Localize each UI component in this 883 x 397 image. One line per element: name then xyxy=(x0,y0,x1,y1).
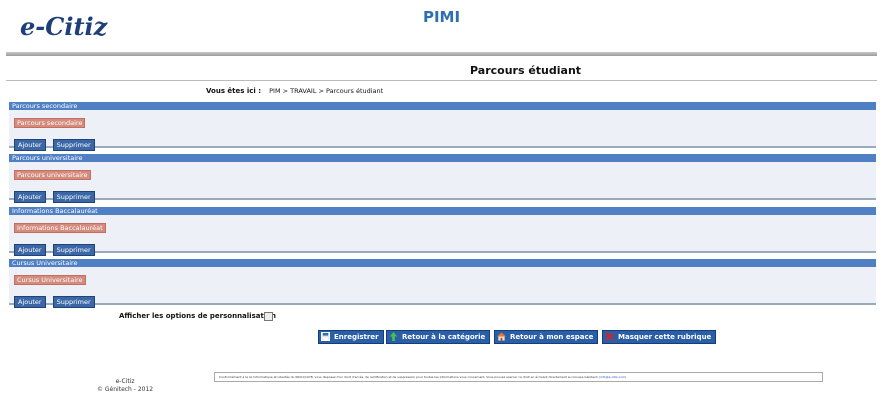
legal-email-link[interactable]: (info@e-citiz.com) xyxy=(599,375,626,379)
app-name: PIMI xyxy=(422,8,461,26)
section-item[interactable]: Cursus Universitaire xyxy=(14,275,86,285)
up-arrow-icon xyxy=(389,332,398,341)
page-title: Parcours étudiant xyxy=(470,64,582,77)
legal-notice: Conformément à la loi Informatique et Li… xyxy=(214,372,823,382)
add-button[interactable]: Ajouter xyxy=(14,139,46,151)
section-item[interactable]: Parcours universitaire xyxy=(14,170,91,180)
add-button[interactable]: Ajouter xyxy=(14,296,46,308)
title-divider xyxy=(6,80,877,81)
delete-button[interactable]: Supprimer xyxy=(52,296,95,308)
section-cursus-universitaire: Cursus Universitaire Cursus Universitair… xyxy=(9,259,876,308)
delete-button[interactable]: Supprimer xyxy=(52,244,95,256)
back-to-category-label: Retour à la catégorie xyxy=(402,333,486,341)
section-item[interactable]: Parcours secondaire xyxy=(14,118,86,128)
breadcrumb-path: PIM > TRAVAIL > Parcours étudiant xyxy=(269,87,384,95)
close-icon xyxy=(605,332,614,341)
section-header: Parcours universitaire xyxy=(9,154,876,162)
breadcrumb: Vous êtes ici : PIM > TRAVAIL > Parcours… xyxy=(206,87,383,95)
personalisation-label: Afficher les options de personnalisation xyxy=(119,312,277,320)
section-header: Parcours secondaire xyxy=(9,102,876,110)
legal-text: Conformément à la loi Informatique et Li… xyxy=(219,375,598,379)
delete-button[interactable]: Supprimer xyxy=(52,191,95,203)
add-button[interactable]: Ajouter xyxy=(14,191,46,203)
breadcrumb-label: Vous êtes ici : xyxy=(206,87,262,95)
footer-brand: e-Citiz © Génitech - 2012 xyxy=(97,378,153,394)
footer-copyright: © Génitech - 2012 xyxy=(97,386,154,393)
hide-section-button[interactable]: Masquer cette rubrique xyxy=(602,330,717,344)
home-icon xyxy=(497,332,506,341)
back-to-space-button[interactable]: Retour à mon espace xyxy=(494,330,599,344)
add-button[interactable]: Ajouter xyxy=(14,244,46,256)
save-icon xyxy=(321,332,330,341)
personalisation-checkbox[interactable] xyxy=(264,312,273,321)
footer-brand-name: e-Citiz xyxy=(115,378,135,385)
section-informations-baccalaureat: Informations Baccalauréat Informations B… xyxy=(9,207,876,256)
section-header: Informations Baccalauréat xyxy=(9,207,876,215)
back-to-space-label: Retour à mon espace xyxy=(510,333,594,341)
section-header: Cursus Universitaire xyxy=(9,259,876,267)
section-item[interactable]: Informations Baccalauréat xyxy=(14,223,106,233)
back-to-category-button[interactable]: Retour à la catégorie xyxy=(386,330,491,344)
delete-button[interactable]: Supprimer xyxy=(52,139,95,151)
section-parcours-universitaire: Parcours universitaire Parcours universi… xyxy=(9,154,876,203)
section-parcours-secondaire: Parcours secondaire Parcours secondaire … xyxy=(9,102,876,151)
save-button[interactable]: Enregistrer xyxy=(318,330,384,344)
save-label: Enregistrer xyxy=(334,333,379,341)
hide-section-label: Masquer cette rubrique xyxy=(618,333,712,341)
header-divider xyxy=(6,52,877,56)
